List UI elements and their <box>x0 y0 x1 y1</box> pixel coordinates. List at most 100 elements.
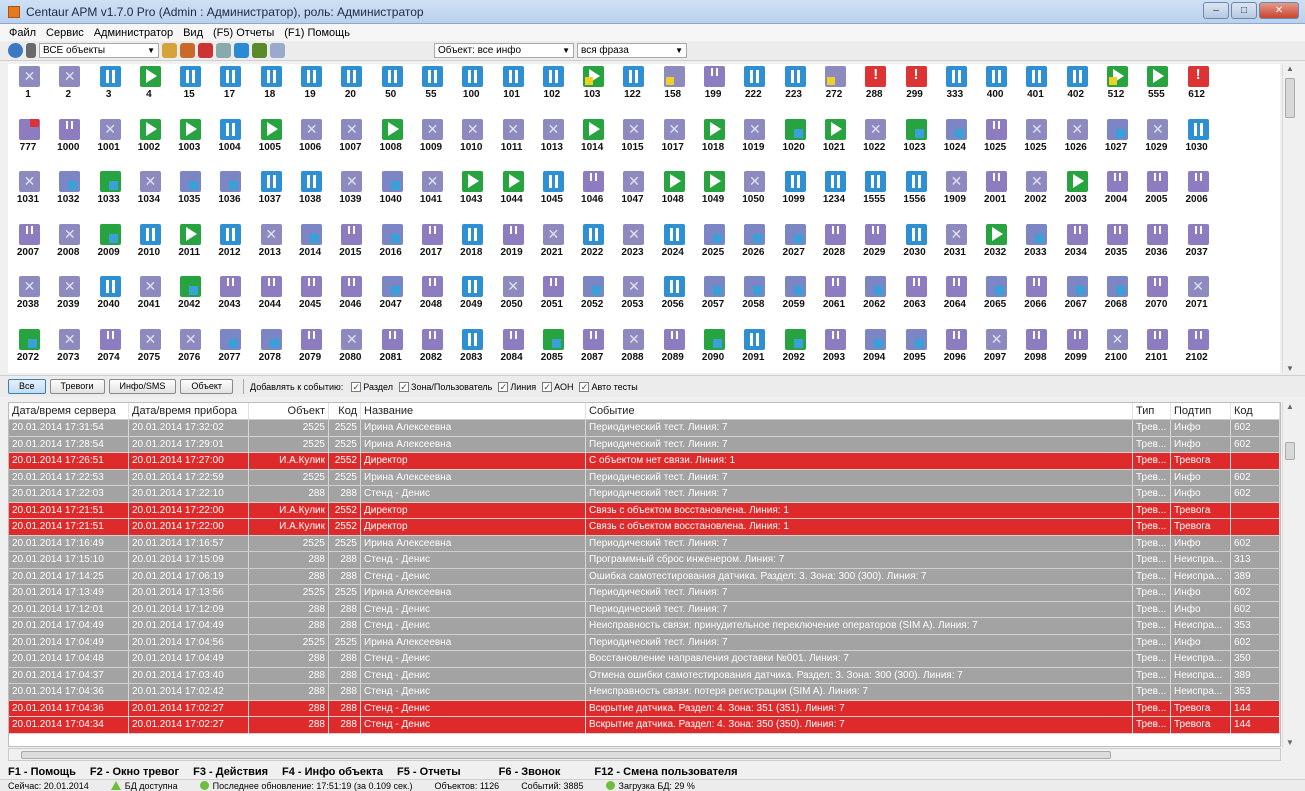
col-server-time[interactable]: Дата/время сервера <box>9 403 129 419</box>
delete-icon[interactable] <box>198 43 213 58</box>
object-tile[interactable]: 2052 <box>572 274 612 332</box>
filter-alarms-button[interactable]: Тревоги <box>49 379 105 394</box>
object-tile[interactable]: 1025 <box>975 117 1015 175</box>
close-button[interactable]: ✕ <box>1259 2 1299 19</box>
object-tile[interactable]: 2033 <box>1015 222 1055 280</box>
info-icon[interactable] <box>234 43 249 58</box>
object-tile[interactable]: 1038 <box>290 169 330 227</box>
object-tile[interactable]: 223 <box>774 64 814 122</box>
object-tile[interactable]: 2101 <box>1136 327 1176 374</box>
object-tile[interactable]: 2091 <box>733 327 773 374</box>
table-row[interactable]: 20.01.2014 17:04:36 20.01.2014 17:02:42 28… <box>9 684 1280 701</box>
object-tile[interactable]: 2035 <box>1096 222 1136 280</box>
object-tile[interactable]: 2051 <box>532 274 572 332</box>
object-tile[interactable]: 2065 <box>975 274 1015 332</box>
object-tile[interactable]: 1048 <box>653 169 693 227</box>
object-tile[interactable]: 2061 <box>814 274 854 332</box>
object-tile[interactable]: 2042 <box>169 274 209 332</box>
object-tile[interactable]: 1022 <box>854 117 894 175</box>
object-tile[interactable]: 2089 <box>653 327 693 374</box>
object-tile[interactable]: 158 <box>653 64 693 122</box>
object-tile[interactable]: 2071 <box>1177 274 1217 332</box>
object-tile[interactable]: 2098 <box>1015 327 1055 374</box>
hotkey-help[interactable]: F1 - Помощь <box>8 766 76 778</box>
object-tile[interactable]: 1029 <box>1136 117 1176 175</box>
object-tile[interactable]: 100 <box>451 64 491 122</box>
object-tile[interactable]: 2093 <box>814 327 854 374</box>
menu-file[interactable]: Файл <box>4 27 41 39</box>
object-tile[interactable]: 17 <box>209 64 249 122</box>
object-tile[interactable]: 1014 <box>572 117 612 175</box>
object-tile[interactable]: 222 <box>733 64 773 122</box>
search-icon[interactable] <box>270 43 285 58</box>
object-tile[interactable]: 2030 <box>895 222 935 280</box>
object-tile[interactable]: 2043 <box>209 274 249 332</box>
object-tile[interactable]: 2058 <box>733 274 773 332</box>
col-code[interactable]: Код <box>329 403 361 419</box>
object-tile[interactable]: 103 <box>572 64 612 122</box>
object-tile[interactable]: 2059 <box>774 274 814 332</box>
object-tile[interactable]: 2008 <box>48 222 88 280</box>
table-row[interactable]: 20.01.2014 17:14:25 20.01.2014 17:06:19 28… <box>9 568 1280 585</box>
object-tile[interactable]: 1031 <box>8 169 48 227</box>
object-tile[interactable]: 400 <box>975 64 1015 122</box>
object-tile[interactable]: 1000 <box>48 117 88 175</box>
object-tile[interactable]: 2076 <box>169 327 209 374</box>
object-tile[interactable]: 2017 <box>411 222 451 280</box>
object-tile[interactable]: 2031 <box>935 222 975 280</box>
object-tile[interactable]: 2013 <box>250 222 290 280</box>
object-tile[interactable]: 1050 <box>733 169 773 227</box>
event-filter-combo[interactable]: Объект: все инфо ▼ <box>434 43 574 58</box>
col-device-time[interactable]: Дата/время прибора <box>129 403 249 419</box>
object-tile[interactable]: 2047 <box>371 274 411 332</box>
object-tile[interactable]: 1002 <box>129 117 169 175</box>
table-row[interactable]: 20.01.2014 17:21:51 20.01.2014 17:22:00 И.… <box>9 519 1280 536</box>
object-tile[interactable]: 2012 <box>209 222 249 280</box>
object-tile[interactable]: 2029 <box>854 222 894 280</box>
object-tile[interactable]: 612 <box>1177 64 1217 122</box>
filter-info-sms-button[interactable]: Инфо/SMS <box>108 379 177 394</box>
object-tile[interactable]: 2011 <box>169 222 209 280</box>
object-tile[interactable]: 1030 <box>1177 117 1217 175</box>
object-tile[interactable]: 1049 <box>693 169 733 227</box>
object-tile[interactable]: 2082 <box>411 327 451 374</box>
table-row[interactable]: 20.01.2014 17:04:36 20.01.2014 17:02:27 28… <box>9 700 1280 717</box>
object-tile[interactable]: 1008 <box>371 117 411 175</box>
object-tile[interactable]: 777 <box>8 117 48 175</box>
object-tile[interactable]: 2028 <box>814 222 854 280</box>
object-tile[interactable]: 2074 <box>89 327 129 374</box>
object-tile[interactable]: 1040 <box>371 169 411 227</box>
object-tile[interactable]: 1043 <box>451 169 491 227</box>
minimize-button[interactable]: – <box>1203 2 1229 19</box>
object-tile[interactable]: 2019 <box>492 222 532 280</box>
table-row[interactable]: 20.01.2014 17:04:37 20.01.2014 17:03:40 28… <box>9 667 1280 684</box>
object-tile[interactable]: 1007 <box>330 117 370 175</box>
object-tile[interactable]: 1046 <box>572 169 612 227</box>
object-tile[interactable]: 1035 <box>169 169 209 227</box>
object-tile[interactable]: 2037 <box>1177 222 1217 280</box>
object-tile[interactable]: 2092 <box>774 327 814 374</box>
object-tile[interactable]: 2026 <box>733 222 773 280</box>
object-tile[interactable]: 2034 <box>1056 222 1096 280</box>
object-tile[interactable]: 2085 <box>532 327 572 374</box>
table-row[interactable]: 20.01.2014 17:15:10 20.01.2014 17:15:09 28… <box>9 552 1280 569</box>
object-tile[interactable]: 2022 <box>572 222 612 280</box>
hotkey-switch-user[interactable]: F12 - Смена пользователя <box>594 766 737 778</box>
check-line[interactable]: ✓ Линия <box>498 381 536 392</box>
table-row[interactable]: 20.01.2014 17:22:53 20.01.2014 17:22:59 25… <box>9 469 1280 486</box>
hotkey-call[interactable]: F6 - Звонок <box>499 766 561 778</box>
object-tile[interactable]: 2068 <box>1096 274 1136 332</box>
col-event-code[interactable]: Код <box>1231 403 1280 419</box>
object-tile[interactable]: 512 <box>1096 64 1136 122</box>
object-tile[interactable]: 333 <box>935 64 975 122</box>
object-tile[interactable]: 1047 <box>612 169 652 227</box>
object-tile[interactable]: 1556 <box>895 169 935 227</box>
object-tile[interactable]: 2001 <box>975 169 1015 227</box>
object-tile[interactable]: 2073 <box>48 327 88 374</box>
table-row[interactable]: 20.01.2014 17:04:34 20.01.2014 17:02:27 28… <box>9 717 1280 734</box>
object-tile[interactable]: 401 <box>1015 64 1055 122</box>
object-tile[interactable]: 2084 <box>492 327 532 374</box>
table-row[interactable]: 20.01.2014 17:12:01 20.01.2014 17:12:09 28… <box>9 601 1280 618</box>
object-tile[interactable]: 1018 <box>693 117 733 175</box>
user-icon[interactable] <box>162 43 177 58</box>
